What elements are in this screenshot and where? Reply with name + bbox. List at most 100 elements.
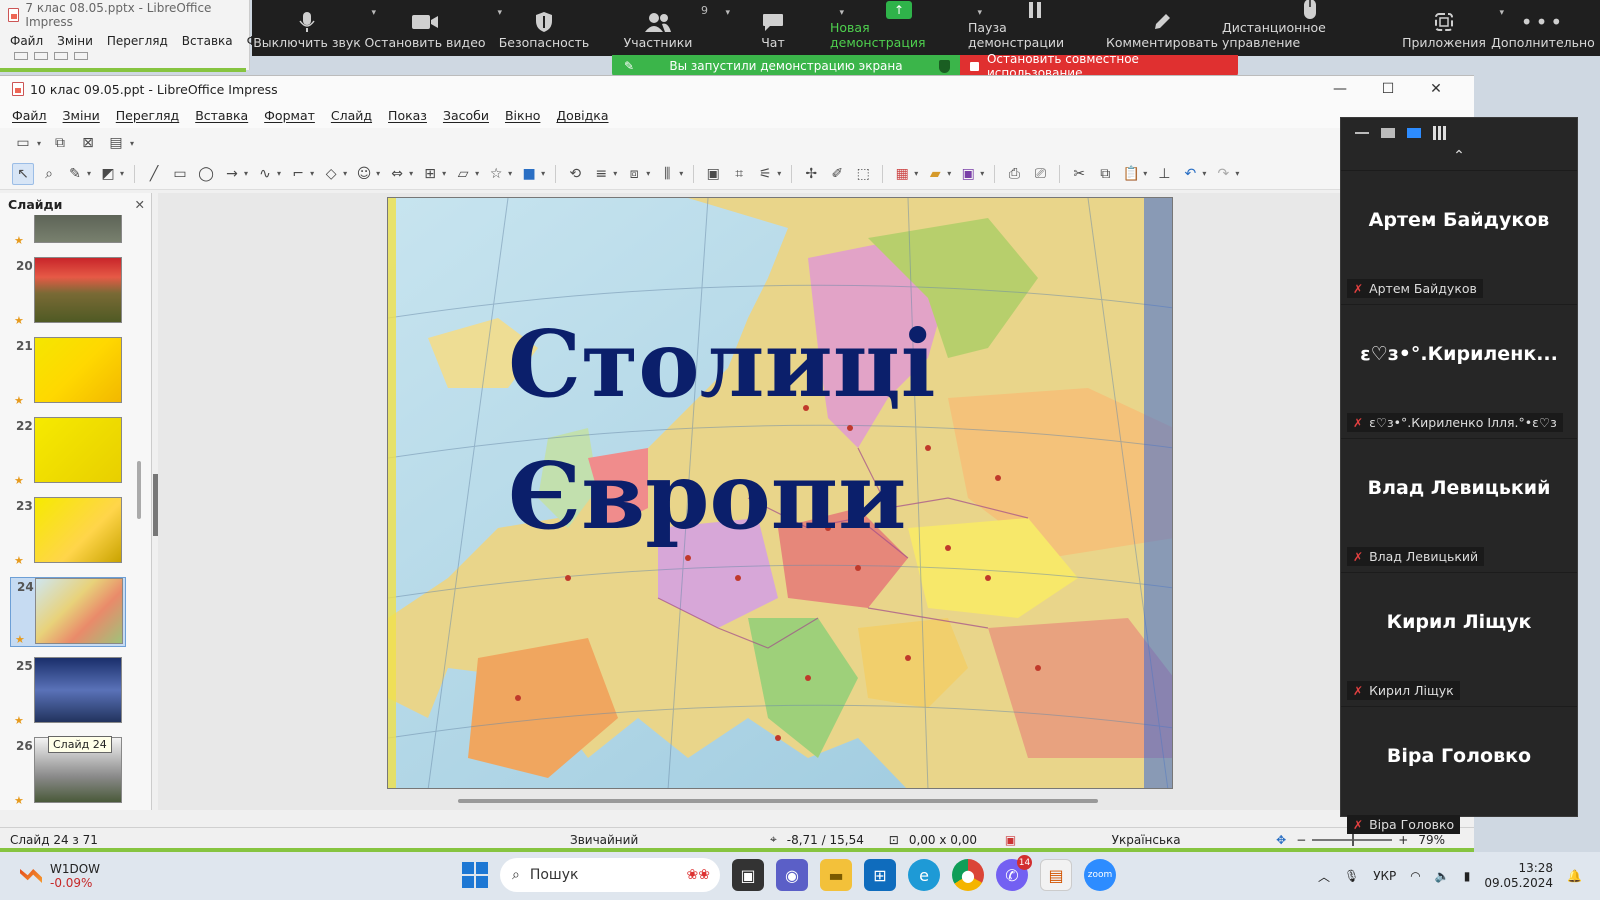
chevron-down-icon[interactable]: ▾ (980, 169, 984, 178)
clone-formatting-icon[interactable]: ⊥ (1153, 163, 1175, 185)
menu-edit[interactable]: Зміни (63, 108, 100, 123)
chevron-down-icon[interactable]: ▾ (541, 169, 545, 178)
close-button[interactable]: ✕ (1412, 76, 1460, 102)
viber-icon[interactable]: ✆ 14 (996, 855, 1032, 891)
chevron-down-icon[interactable]: ▾ (244, 169, 248, 178)
wifi-icon[interactable]: ◠ (1410, 869, 1420, 883)
new-slide-icon[interactable]: ▭ (12, 132, 34, 154)
insert-image-icon[interactable]: ▦ (891, 163, 913, 185)
chat-button[interactable]: ▾ Чат (716, 0, 844, 56)
chevron-down-icon[interactable]: ▾ (120, 169, 124, 178)
chevron-down-icon[interactable]: ▾ (37, 139, 41, 148)
chevron-down-icon[interactable]: ▾ (1202, 169, 1206, 178)
fit-slide-icon[interactable]: ✥ (1266, 833, 1296, 847)
stop-sharing-button[interactable]: Остановить совместное использование (960, 52, 1238, 80)
bg-menu-insert[interactable]: Вставка (182, 34, 233, 48)
select-pointer-icon[interactable]: ↖ (12, 162, 34, 185)
chevron-down-icon[interactable]: ▾ (475, 169, 479, 178)
strip-view-icon[interactable] (1407, 128, 1421, 138)
slide-title[interactable]: Столиці Європи (508, 298, 936, 562)
microphone-icon[interactable]: 🎙 (1344, 869, 1359, 883)
print-icon[interactable]: ⎚ (1029, 163, 1051, 185)
menu-format[interactable]: Формат (264, 108, 315, 123)
layout-name[interactable]: Звичайний (560, 833, 760, 847)
notification-bell-icon[interactable]: 🔔 (1567, 869, 1582, 883)
close-icon[interactable]: ✕ (135, 197, 145, 212)
apps-button[interactable]: ▾ Приложения (1398, 0, 1504, 56)
chevron-down-icon[interactable]: ▾ (130, 139, 134, 148)
chevron-down-icon[interactable]: ▾ (87, 169, 91, 178)
zoom-out-button[interactable]: − (1296, 833, 1306, 847)
rotate-icon[interactable]: ⟲ (564, 163, 586, 185)
slide-canvas[interactable]: Столиці Європи (158, 193, 1474, 810)
menu-tools[interactable]: Засоби (443, 108, 489, 123)
minimize-view-icon[interactable] (1355, 132, 1369, 134)
ellipse-icon[interactable]: ◯ (195, 163, 217, 185)
participant-tile[interactable]: Артем Байдуков ✗ Артем Байдуков (1341, 170, 1577, 304)
bg-menu-view[interactable]: Перегляд (107, 34, 168, 48)
chevron-down-icon[interactable]: ▾ (1235, 169, 1239, 178)
slide-thumbnail[interactable]: 23 ★ (10, 497, 126, 567)
curve-icon[interactable]: ∿ (254, 163, 276, 185)
new-share-button[interactable]: ↑ ▾ Новая демонстрация (830, 0, 982, 56)
participant-tile[interactable]: ε♡з•°.Кириленк... ✗ ε♡з•°.Кириленко Ілля… (1341, 304, 1577, 438)
chevron-down-icon[interactable]: ▾ (442, 169, 446, 178)
shadow-icon[interactable]: ▣ (702, 163, 724, 185)
stop-video-button[interactable]: ▾ Остановить видео (362, 0, 502, 56)
menu-help[interactable]: Довідка (556, 108, 608, 123)
bg-menu-edit[interactable]: Зміни (57, 34, 93, 48)
slide-thumbnail[interactable]: 22 ★ (10, 417, 126, 487)
participant-tile[interactable]: Влад Левицький ✗ Влад Левицький (1341, 438, 1577, 572)
slide-thumbnail[interactable]: ★ (10, 215, 126, 247)
libreoffice-impress-icon[interactable]: ▤ (1040, 859, 1072, 891)
slide-thumbnail-selected[interactable]: 24 ★ (10, 577, 126, 647)
redo-icon[interactable]: ↷ (1212, 163, 1234, 185)
align-icon[interactable]: ≡ (590, 163, 612, 185)
paste-icon[interactable]: 📋 (1120, 163, 1142, 185)
chevron-up-icon[interactable]: ⌃ (1341, 148, 1577, 170)
background-window[interactable]: 7 клас 08.05.pptx - LibreOffice Impress … (0, 0, 264, 70)
chevron-down-icon[interactable]: ▾ (409, 169, 413, 178)
minimize-button[interactable]: — (1316, 76, 1364, 102)
participant-tile[interactable]: Віра Головко ✗ Віра Головко (1341, 706, 1577, 840)
task-view-icon[interactable]: ▣ (732, 859, 764, 891)
arrow-line-icon[interactable]: → (221, 163, 243, 185)
save-icon[interactable]: ▣ (957, 163, 979, 185)
chevron-down-icon[interactable]: ▾ (613, 169, 617, 178)
open-folder-icon[interactable]: ▰ (924, 163, 946, 185)
chrome-browser-icon[interactable]: ● (952, 859, 984, 891)
current-slide[interactable]: Столиці Європи (387, 197, 1173, 789)
menu-view[interactable]: Перегляд (116, 108, 179, 123)
chevron-down-icon[interactable]: ▾ (646, 169, 650, 178)
line-color-icon[interactable]: ✎ (64, 163, 86, 185)
gallery-view-icon[interactable] (1433, 126, 1447, 140)
zoom-icon[interactable]: ⌕ (38, 163, 60, 185)
chevron-down-icon[interactable]: ▾ (310, 169, 314, 178)
toggle-extrusion-icon[interactable]: ⬚ (852, 163, 874, 185)
menu-file[interactable]: Файл (12, 108, 47, 123)
windows-start-icon[interactable] (462, 862, 488, 888)
arrange-icon[interactable]: ⧈ (623, 163, 645, 185)
document-modified-icon[interactable]: ▣ (995, 833, 1026, 847)
chevron-down-icon[interactable]: ▾ (343, 169, 347, 178)
chevron-down-icon[interactable]: ▾ (1143, 169, 1147, 178)
keyboard-language[interactable]: УКР (1373, 869, 1396, 883)
chevron-down-icon[interactable]: ▾ (508, 169, 512, 178)
language[interactable]: Українська (1026, 833, 1266, 847)
stock-widget[interactable]: W1DOW -0.09% (0, 862, 200, 890)
menu-slide[interactable]: Слайд (331, 108, 372, 123)
fill-color-icon[interactable]: ◩ (97, 163, 119, 185)
remote-control-button[interactable]: Дистанционное управление (1222, 0, 1398, 56)
battery-icon[interactable]: ▮ (1464, 869, 1471, 883)
star-icon[interactable]: ☆ (485, 163, 507, 185)
menu-window[interactable]: Вікно (505, 108, 540, 123)
distribute-icon[interactable]: ⫼ (656, 163, 678, 185)
slide-thumbnail[interactable]: 21 ★ (10, 337, 126, 407)
chevron-down-icon[interactable]: ▾ (679, 169, 683, 178)
block-arrows-icon[interactable]: ⇔ (386, 163, 408, 185)
annotate-button[interactable]: Комментировать (1102, 0, 1222, 56)
points-icon[interactable]: ✢ (800, 163, 822, 185)
security-button[interactable]: Безопасность (488, 0, 600, 56)
filter-icon[interactable]: ⚟ (754, 163, 776, 185)
participant-tile[interactable]: Кирил Ліщук ✗ Кирил Ліщук (1341, 572, 1577, 706)
